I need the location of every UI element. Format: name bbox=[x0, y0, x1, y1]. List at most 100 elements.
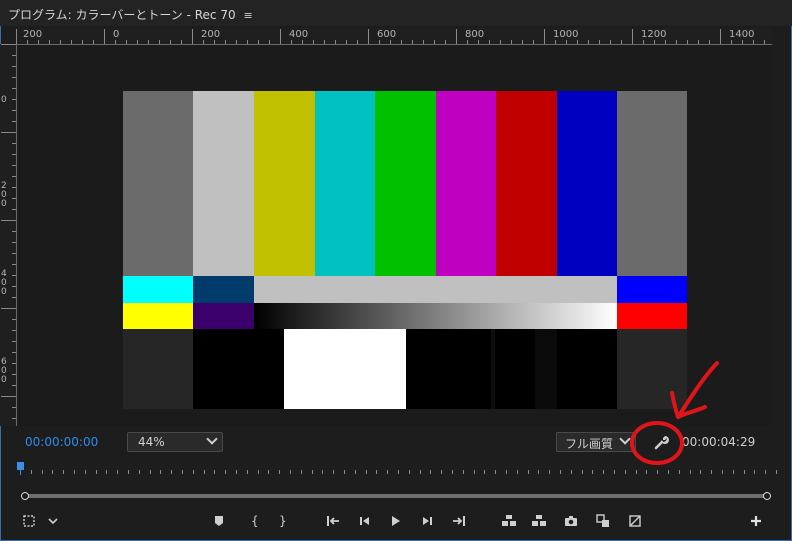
ruler-tick bbox=[12, 77, 16, 78]
ruler-tick bbox=[12, 352, 16, 353]
ruler-tick bbox=[753, 40, 754, 44]
time-tick bbox=[300, 470, 302, 474]
ruler-tick bbox=[12, 275, 16, 276]
chevron-down-icon[interactable] bbox=[44, 512, 62, 530]
time-tick bbox=[30, 470, 32, 474]
ruler-tick bbox=[1, 44, 16, 45]
time-tick bbox=[365, 470, 367, 474]
select-zoom-icon[interactable] bbox=[20, 512, 38, 530]
ruler-tick bbox=[12, 253, 16, 254]
pluge-bar bbox=[406, 329, 617, 409]
time-tick bbox=[290, 470, 291, 474]
ruler-tick bbox=[12, 176, 16, 177]
ruler-tick bbox=[324, 40, 325, 44]
ruler-tick bbox=[1, 396, 16, 397]
ruler-tick bbox=[621, 40, 622, 44]
export-frame-icon[interactable] bbox=[562, 512, 580, 530]
ruler-label: 2 0 0 bbox=[1, 181, 7, 209]
time-tick bbox=[462, 470, 464, 474]
time-tick bbox=[506, 470, 507, 474]
color-bar bbox=[617, 276, 687, 303]
ruler-tick bbox=[12, 55, 16, 56]
ruler-tick bbox=[676, 40, 677, 44]
svg-text:{: { bbox=[251, 514, 259, 528]
time-tick bbox=[441, 470, 443, 474]
zoom-level-dropdown[interactable]: 44% bbox=[127, 432, 223, 452]
pluge-bar bbox=[284, 329, 406, 409]
extract-icon[interactable] bbox=[530, 512, 548, 530]
mark-out-icon[interactable]: } bbox=[273, 512, 291, 530]
color-bar bbox=[375, 91, 436, 276]
color-bar bbox=[254, 276, 617, 303]
ruler-tick bbox=[720, 29, 721, 44]
time-tick bbox=[765, 470, 767, 474]
ruler-tick bbox=[192, 29, 193, 44]
scroll-handle-right[interactable] bbox=[763, 492, 771, 500]
scroll-handle-left[interactable] bbox=[21, 492, 29, 500]
panel-title: プログラム: カラーバーとトーン - Rec 70 ≡ bbox=[8, 6, 253, 23]
ruler-tick bbox=[181, 40, 182, 44]
scroll-track[interactable] bbox=[25, 494, 767, 498]
ruler-tick bbox=[291, 40, 292, 44]
ruler-tick bbox=[214, 40, 215, 44]
time-tick bbox=[63, 470, 65, 474]
ruler-tick bbox=[104, 29, 105, 44]
proxy-toggle-icon[interactable] bbox=[626, 512, 644, 530]
ruler-tick bbox=[49, 40, 50, 44]
mark-in-icon[interactable]: { bbox=[245, 512, 263, 530]
go-to-out-icon[interactable] bbox=[450, 512, 468, 530]
time-tick bbox=[484, 470, 486, 474]
color-bars-frame bbox=[123, 91, 687, 409]
ruler-tick bbox=[12, 374, 16, 375]
ruler-tick bbox=[12, 66, 16, 67]
ruler-tick bbox=[313, 40, 314, 44]
time-tick bbox=[149, 470, 151, 474]
time-ruler[interactable] bbox=[16, 460, 777, 476]
step-back-icon[interactable] bbox=[356, 512, 374, 530]
time-tick bbox=[84, 470, 86, 474]
ruler-tick bbox=[412, 40, 413, 44]
ruler-tick bbox=[12, 99, 16, 100]
ruler-tick bbox=[93, 40, 94, 44]
ruler-tick bbox=[390, 40, 391, 44]
time-tick bbox=[52, 470, 54, 474]
time-tick bbox=[106, 470, 108, 474]
ruler-tick bbox=[566, 40, 567, 44]
ruler-tick bbox=[742, 40, 743, 44]
time-tick bbox=[624, 470, 626, 474]
time-tick bbox=[430, 470, 432, 474]
ruler-tick bbox=[632, 29, 633, 44]
add-button-icon[interactable] bbox=[747, 512, 765, 530]
vertical-ruler: 0 2 0 0 4 0 0 6 0 0 bbox=[0, 44, 17, 426]
playback-resolution-dropdown[interactable]: フル画質 bbox=[556, 432, 636, 452]
go-to-in-icon[interactable] bbox=[324, 512, 342, 530]
ruler-tick bbox=[610, 40, 611, 44]
ruler-tick bbox=[478, 40, 479, 44]
time-tick bbox=[732, 470, 734, 474]
zoom-scroll-bar[interactable] bbox=[21, 492, 771, 500]
time-tick bbox=[581, 470, 583, 474]
panel-menu-icon[interactable]: ≡ bbox=[243, 9, 252, 22]
time-tick bbox=[398, 470, 399, 474]
wrench-icon[interactable] bbox=[650, 432, 672, 452]
ruler-tick bbox=[12, 88, 16, 89]
comparison-view-icon[interactable] bbox=[594, 512, 612, 530]
ruler-label: 200 bbox=[201, 29, 221, 40]
time-tick bbox=[74, 470, 75, 474]
time-tick bbox=[128, 470, 129, 474]
add-marker-icon[interactable] bbox=[210, 512, 228, 530]
ruler-tick bbox=[137, 40, 138, 44]
ruler-tick bbox=[236, 40, 237, 44]
time-tick bbox=[689, 470, 691, 474]
play-icon[interactable] bbox=[386, 512, 404, 530]
ruler-tick bbox=[698, 40, 699, 44]
playhead[interactable] bbox=[17, 462, 24, 470]
lift-icon[interactable] bbox=[500, 512, 518, 530]
ruler-tick bbox=[533, 40, 534, 44]
current-timecode[interactable]: 00:00:00:00 bbox=[25, 435, 98, 449]
step-forward-icon[interactable] bbox=[418, 512, 436, 530]
time-tick bbox=[668, 470, 669, 474]
time-tick bbox=[41, 470, 43, 474]
playhead-line bbox=[20, 470, 21, 475]
ruler-tick bbox=[511, 40, 512, 44]
